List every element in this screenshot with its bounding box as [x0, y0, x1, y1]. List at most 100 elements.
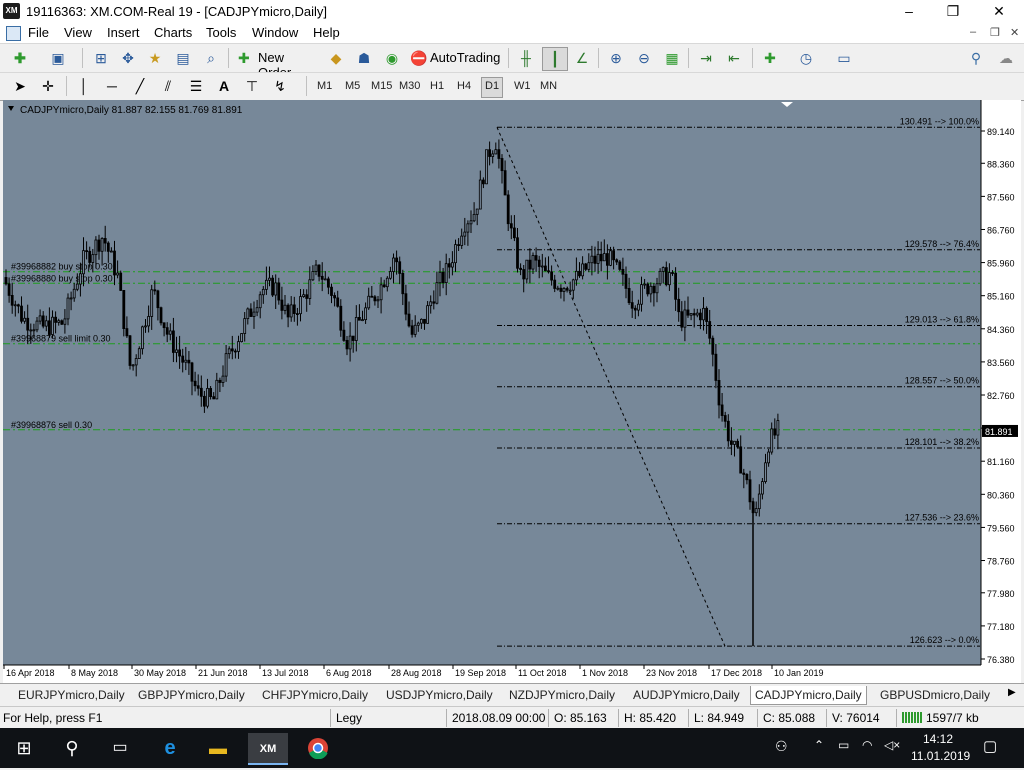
- file-explorer-icon[interactable]: ▬: [198, 733, 238, 763]
- cursor-icon[interactable]: ➤: [8, 75, 32, 97]
- auto-scroll-icon[interactable]: ⇤: [722, 47, 746, 69]
- menu-help[interactable]: Help: [313, 25, 340, 40]
- timeframe-m30[interactable]: M30: [396, 77, 423, 96]
- arrows-icon[interactable]: ↯: [268, 75, 292, 97]
- signals-icon[interactable]: ☗: [352, 47, 376, 69]
- battery-icon[interactable]: ▭: [838, 738, 849, 752]
- close-button[interactable]: ✕: [976, 0, 1022, 23]
- mdi-restore-button[interactable]: ❐: [990, 26, 1000, 39]
- fibonacci-icon[interactable]: ☰: [184, 75, 208, 97]
- taskbar-date[interactable]: 11.01.2019: [911, 749, 970, 763]
- candle-body: [528, 259, 532, 270]
- volume-icon[interactable]: ◁×: [884, 738, 900, 752]
- chat-icon[interactable]: ☁: [994, 47, 1018, 69]
- candle-body: [571, 279, 575, 291]
- taskbar-time[interactable]: 14:12: [923, 732, 953, 746]
- autotrading-button[interactable]: ⛔ AutoTrading: [408, 47, 504, 69]
- chrome-browser-icon[interactable]: [298, 733, 338, 763]
- timeframe-m1[interactable]: M1: [314, 77, 335, 96]
- chart-window-icon[interactable]: [6, 26, 21, 41]
- xm-terminal-taskbar-icon[interactable]: XM: [248, 733, 288, 765]
- mdi-minimize-button[interactable]: –: [970, 26, 976, 38]
- candle-body: [565, 288, 569, 291]
- menu-file[interactable]: File: [28, 25, 49, 40]
- menu-window[interactable]: Window: [252, 25, 298, 40]
- candle-body: [32, 329, 36, 332]
- candle-body: [69, 297, 73, 300]
- mdi-close-button[interactable]: ✕: [1010, 26, 1019, 39]
- action-center-icon[interactable]: ▢: [983, 737, 997, 755]
- strategy-tester-icon[interactable]: ⌕: [199, 47, 223, 69]
- tile-windows-icon[interactable]: ▦: [660, 47, 684, 69]
- navigator-icon[interactable]: ★: [143, 47, 167, 69]
- show-hidden-icons-icon[interactable]: ⌃: [814, 738, 824, 752]
- candle-body: [640, 284, 643, 305]
- timeframe-m15[interactable]: M15: [368, 77, 395, 96]
- candle-body: [407, 313, 411, 327]
- autotrading-icon: ⛔: [410, 50, 428, 66]
- profiles-icon[interactable]: ▣: [46, 47, 70, 69]
- tab-nzdjpy[interactable]: NZDJPYmicro,Daily: [505, 686, 619, 704]
- wifi-icon[interactable]: ◠: [862, 738, 872, 752]
- tab-chfjpy[interactable]: CHFJPYmicro,Daily: [258, 686, 372, 704]
- maximize-button[interactable]: ❐: [930, 0, 976, 23]
- market-watch-icon[interactable]: ⊞: [89, 47, 113, 69]
- bar-chart-icon[interactable]: ╫: [514, 47, 538, 69]
- timeframe-d1[interactable]: D1: [481, 77, 504, 98]
- timeframe-h1[interactable]: H1: [427, 77, 447, 96]
- chart-shift-icon[interactable]: ⇥: [694, 47, 718, 69]
- timeframe-mn[interactable]: MN: [537, 77, 560, 96]
- tab-eurjpy[interactable]: EURJPYmicro,Daily: [14, 686, 129, 704]
- chart-window[interactable]: 130.491 --> 100.0% 129.578 --> 76.4% 129.0…: [3, 100, 1021, 683]
- metaeditor-icon[interactable]: ◆: [324, 47, 348, 69]
- crosshair-icon[interactable]: ✛: [36, 75, 60, 97]
- windows-start-icon[interactable]: ⊞: [4, 733, 44, 763]
- market-icon[interactable]: ◉: [380, 47, 404, 69]
- candle-body: [512, 227, 516, 239]
- tab-cadjpy[interactable]: CADJPYmicro,Daily: [750, 686, 867, 705]
- timeframe-m5[interactable]: M5: [342, 77, 363, 96]
- zoom-in-icon[interactable]: ⊕: [604, 47, 628, 69]
- search-taskbar-icon[interactable]: ⚲: [52, 733, 92, 763]
- tab-gbpjpy[interactable]: GBPJPYmicro,Daily: [134, 686, 249, 704]
- tab-audjpy[interactable]: AUDJPYmicro,Daily: [629, 686, 744, 704]
- text-icon[interactable]: A: [212, 75, 236, 97]
- timeframe-w1[interactable]: W1: [511, 77, 534, 96]
- menu-tools[interactable]: Tools: [206, 25, 236, 40]
- indicators-icon[interactable]: ✚: [758, 47, 782, 69]
- new-order-button[interactable]: ✚ New Order: [236, 47, 320, 80]
- candle-body: [416, 322, 420, 326]
- templates-icon[interactable]: ▭: [832, 47, 856, 69]
- minimize-button[interactable]: –: [886, 0, 932, 23]
- timeframe-h4[interactable]: H4: [454, 77, 474, 96]
- task-view-icon[interactable]: ▭: [100, 733, 140, 763]
- candlestick-chart-icon[interactable]: ┃: [542, 47, 568, 71]
- new-chart-icon[interactable]: ✚: [8, 47, 32, 69]
- price-chart[interactable]: 130.491 --> 100.0% 129.578 --> 76.4% 129.0…: [3, 100, 1021, 683]
- candle-body: [637, 303, 640, 311]
- text-label-icon[interactable]: ⊤: [240, 75, 264, 97]
- data-window-icon[interactable]: ✥: [116, 47, 140, 69]
- candle-body: [190, 362, 194, 382]
- candle-body: [342, 329, 346, 341]
- chart-plot-area[interactable]: [3, 100, 981, 665]
- vertical-line-icon[interactable]: │: [72, 75, 96, 97]
- tab-gbpusd[interactable]: GBPUSDmicro,Daily: [876, 686, 994, 704]
- edge-browser-icon[interactable]: e: [150, 733, 190, 763]
- periods-icon[interactable]: ◷: [794, 47, 818, 69]
- trendline-icon[interactable]: ╱: [128, 75, 152, 97]
- equidistant-channel-icon[interactable]: ⫽: [156, 75, 180, 97]
- tab-usdjpy[interactable]: USDJPYmicro,Daily: [382, 686, 497, 704]
- people-icon[interactable]: ⚇: [775, 738, 788, 755]
- line-chart-icon[interactable]: ∠: [570, 47, 594, 69]
- candle-body: [575, 270, 578, 281]
- tab-scroll-right-icon[interactable]: ▶: [1008, 687, 1016, 698]
- zoom-out-icon[interactable]: ⊖: [632, 47, 656, 69]
- candle-body: [646, 283, 650, 295]
- horizontal-line-icon[interactable]: ─: [100, 75, 124, 97]
- menu-insert[interactable]: Insert: [107, 25, 140, 40]
- menu-charts[interactable]: Charts: [154, 25, 192, 40]
- search-icon[interactable]: ⚲: [964, 47, 988, 69]
- terminal-icon[interactable]: ▤: [171, 47, 195, 69]
- menu-view[interactable]: View: [64, 25, 92, 40]
